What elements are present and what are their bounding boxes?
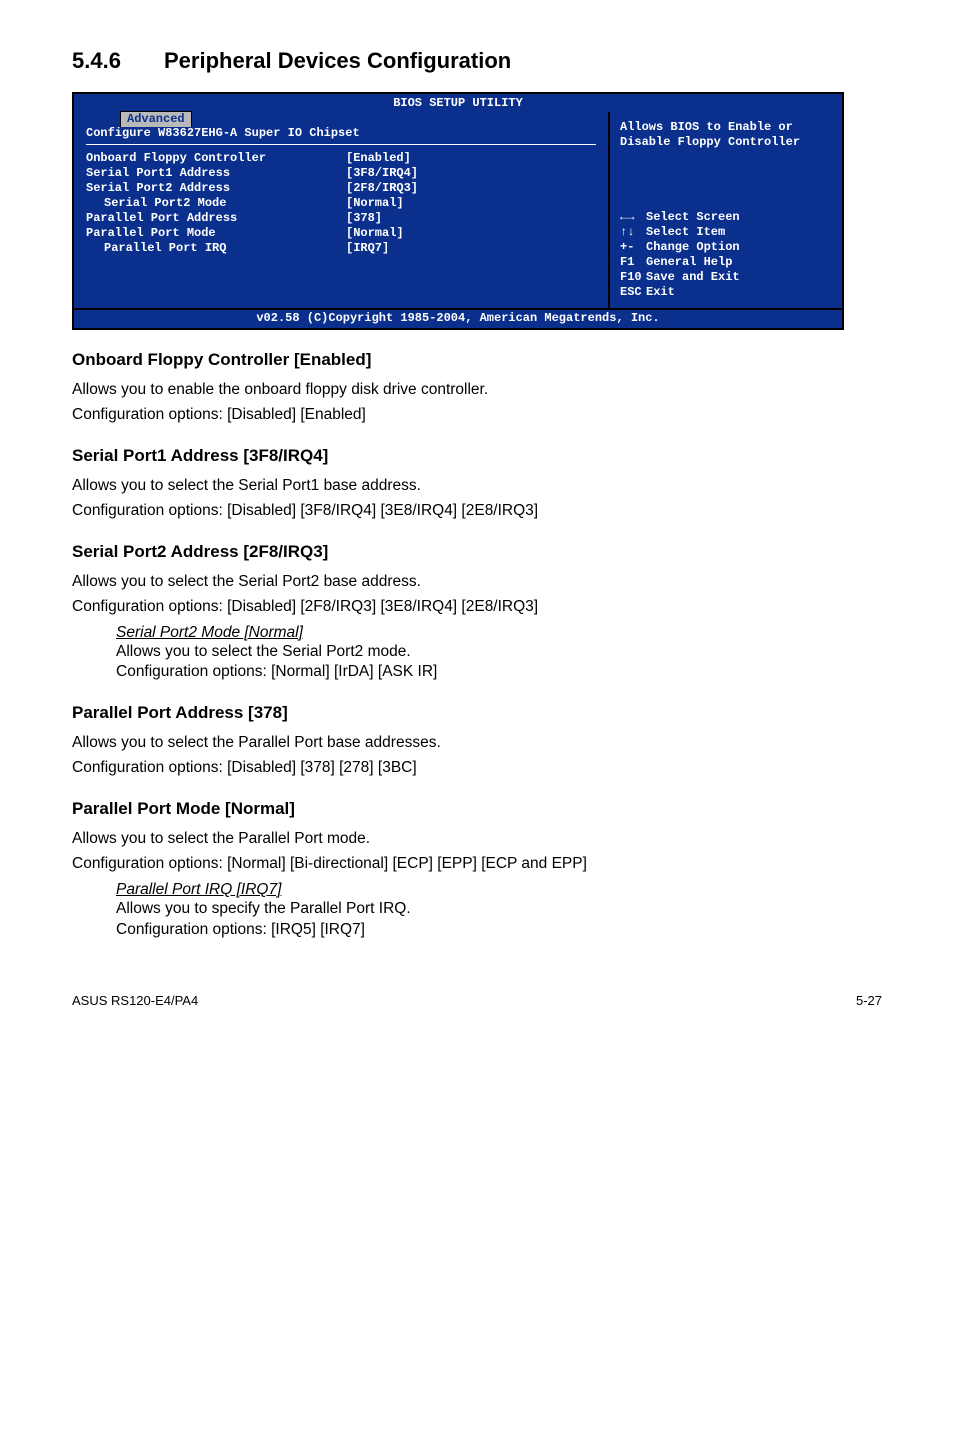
bios-key-legend: ←→Select Screen ↑↓Select Item +-Change O… — [620, 210, 832, 300]
key-general-help: General Help — [646, 255, 732, 269]
bios-row-serial2[interactable]: Serial Port2 Address [2F8/IRQ3] — [86, 181, 596, 196]
heading-parallel-addr: Parallel Port Address [378] — [72, 703, 882, 723]
bios-row-label: Serial Port2 Mode — [86, 196, 346, 211]
section-number: 5.4.6 — [72, 48, 164, 74]
text-serial2-desc: Allows you to select the Serial Port2 ba… — [72, 572, 882, 593]
bios-row-label: Serial Port1 Address — [86, 166, 346, 181]
section-title: 5.4.6Peripheral Devices Configuration — [72, 48, 882, 74]
subitem-serial2-mode: Serial Port2 Mode [Normal] Allows you to… — [116, 624, 882, 684]
bios-row-value: [3F8/IRQ4] — [346, 166, 418, 181]
text-parallel-irq-opts: Configuration options: [IRQ5] [IRQ7] — [116, 920, 882, 941]
plus-minus-icon: +- — [620, 240, 646, 255]
heading-serial2: Serial Port2 Address [2F8/IRQ3] — [72, 542, 882, 562]
text-parallel-mode-opts: Configuration options: [Normal] [Bi-dire… — [72, 854, 882, 875]
bios-footer: v02.58 (C)Copyright 1985-2004, American … — [74, 308, 842, 328]
text-serial1-opts: Configuration options: [Disabled] [3F8/I… — [72, 501, 882, 522]
text-serial2-opts: Configuration options: [Disabled] [2F8/I… — [72, 597, 882, 618]
esc-key: ESC — [620, 285, 646, 300]
bios-row-value: [Normal] — [346, 226, 404, 241]
bios-row-parallel-addr[interactable]: Parallel Port Address [378] — [86, 211, 596, 226]
text-serial2-mode-opts: Configuration options: [Normal] [IrDA] [… — [116, 662, 882, 683]
bios-body: Configure W83627EHG-A Super IO Chipset O… — [74, 112, 842, 308]
section-name: Peripheral Devices Configuration — [164, 48, 511, 73]
subheading-parallel-irq: Parallel Port IRQ [IRQ7] — [116, 881, 281, 898]
bios-divider — [86, 144, 596, 145]
heading-parallel-mode: Parallel Port Mode [Normal] — [72, 799, 882, 819]
arrow-ud-icon: ↑↓ — [620, 225, 646, 240]
text-parallel-irq-desc: Allows you to specify the Parallel Port … — [116, 899, 882, 920]
bios-tab-advanced[interactable]: Advanced — [120, 111, 192, 127]
bios-titlebar: BIOS SETUP UTILITY Advanced — [74, 94, 842, 112]
text-parallel-mode-desc: Allows you to select the Parallel Port m… — [72, 829, 882, 850]
key-select-screen: Select Screen — [646, 210, 740, 224]
bios-window: BIOS SETUP UTILITY Advanced Configure W8… — [72, 92, 844, 330]
subheading-serial2-mode: Serial Port2 Mode [Normal] — [116, 624, 303, 641]
bios-row-value: [IRQ7] — [346, 241, 389, 256]
text-parallel-addr-opts: Configuration options: [Disabled] [378] … — [72, 758, 882, 779]
bios-row-value: [378] — [346, 211, 382, 226]
bios-right-pane: Allows BIOS to Enable or Disable Floppy … — [610, 112, 842, 308]
bios-row-value: [Enabled] — [346, 151, 411, 166]
bios-left-pane: Configure W83627EHG-A Super IO Chipset O… — [74, 112, 610, 308]
text-floppy-opts: Configuration options: [Disabled] [Enabl… — [72, 405, 882, 426]
text-serial1-desc: Allows you to select the Serial Port1 ba… — [72, 476, 882, 497]
bios-row-value: [Normal] — [346, 196, 404, 211]
text-floppy-desc: Allows you to enable the onboard floppy … — [72, 380, 882, 401]
bios-row-value: [2F8/IRQ3] — [346, 181, 418, 196]
key-select-item: Select Item — [646, 225, 725, 239]
bios-title-text: BIOS SETUP UTILITY — [393, 96, 523, 110]
bios-row-serial1[interactable]: Serial Port1 Address [3F8/IRQ4] — [86, 166, 596, 181]
text-serial2-mode-desc: Allows you to select the Serial Port2 mo… — [116, 642, 882, 663]
bios-row-label: Parallel Port IRQ — [86, 241, 346, 256]
bios-chipset-title: Configure W83627EHG-A Super IO Chipset — [86, 126, 596, 141]
text-parallel-addr-desc: Allows you to select the Parallel Port b… — [72, 733, 882, 754]
bios-row-label: Serial Port2 Address — [86, 181, 346, 196]
bios-row-label: Parallel Port Address — [86, 211, 346, 226]
bios-row-floppy[interactable]: Onboard Floppy Controller [Enabled] — [86, 151, 596, 166]
page-footer: ASUS RS120-E4/PA4 5-27 — [72, 989, 882, 1008]
bios-row-serial2-mode[interactable]: Serial Port2 Mode [Normal] — [86, 196, 596, 211]
key-save-exit: Save and Exit — [646, 270, 740, 284]
bios-row-label: Parallel Port Mode — [86, 226, 346, 241]
key-change-option: Change Option — [646, 240, 740, 254]
heading-floppy: Onboard Floppy Controller [Enabled] — [72, 350, 882, 370]
footer-right: 5-27 — [856, 993, 882, 1008]
subitem-parallel-irq: Parallel Port IRQ [IRQ7] Allows you to s… — [116, 881, 882, 941]
f10-key: F10 — [620, 270, 646, 285]
footer-left: ASUS RS120-E4/PA4 — [72, 993, 198, 1008]
arrow-lr-icon: ←→ — [620, 210, 646, 225]
bios-row-label: Onboard Floppy Controller — [86, 151, 346, 166]
heading-serial1: Serial Port1 Address [3F8/IRQ4] — [72, 446, 882, 466]
bios-row-parallel-irq[interactable]: Parallel Port IRQ [IRQ7] — [86, 241, 596, 256]
bios-help-text: Allows BIOS to Enable or Disable Floppy … — [620, 120, 832, 150]
f1-key: F1 — [620, 255, 646, 270]
key-exit: Exit — [646, 285, 675, 299]
bios-row-parallel-mode[interactable]: Parallel Port Mode [Normal] — [86, 226, 596, 241]
